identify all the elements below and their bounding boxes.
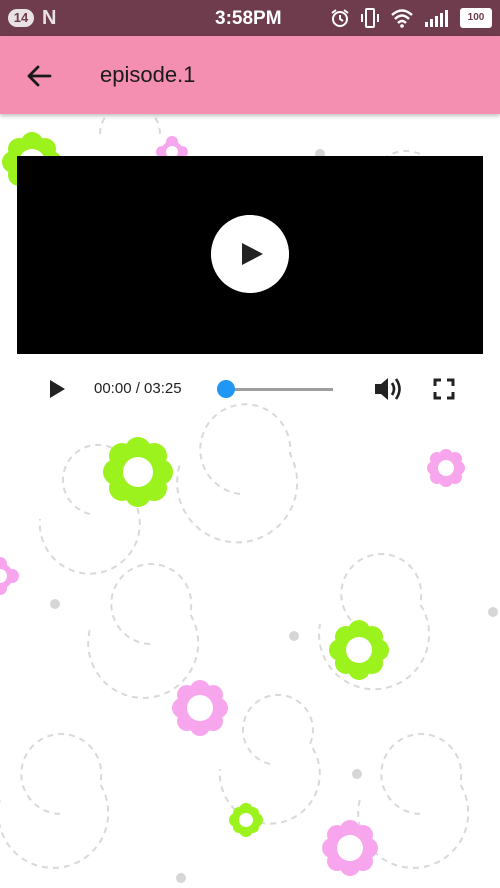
status-clock: 3:58PM — [215, 8, 282, 29]
status-icons: 100 — [330, 6, 492, 30]
video-player[interactable] — [17, 156, 483, 354]
status-bar: 14 N 3:58PM 100 — [0, 0, 500, 36]
battery-icon: 100 — [460, 8, 492, 28]
vibrate-icon — [361, 8, 379, 28]
fullscreen-icon[interactable] — [432, 377, 456, 401]
alarm-icon — [331, 9, 349, 27]
wifi-icon — [391, 9, 413, 28]
back-arrow-icon[interactable] — [22, 59, 56, 93]
video-controls: 00:00 / 03:25 — [0, 360, 500, 416]
n-app-icon: N — [42, 7, 57, 29]
play-overlay-icon[interactable] — [211, 215, 289, 293]
app-bar: episode.1 — [0, 36, 500, 114]
page-title: episode.1 — [100, 62, 196, 87]
play-icon[interactable] — [44, 376, 70, 402]
time-display: 00:00 / 03:25 — [94, 380, 182, 397]
volume-icon[interactable] — [372, 374, 404, 404]
seek-thumb[interactable] — [217, 380, 235, 398]
signal-icon — [425, 10, 448, 27]
seek-bar[interactable] — [226, 388, 333, 391]
notification-count-badge: 14 — [8, 9, 34, 27]
